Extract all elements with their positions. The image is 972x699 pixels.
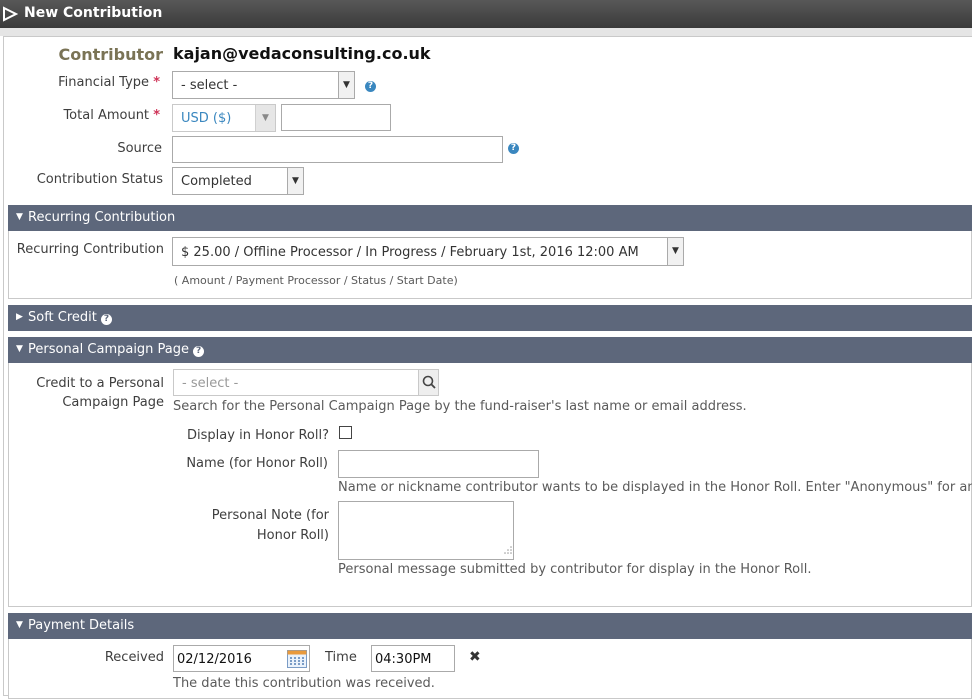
- time-label: Time: [325, 650, 357, 665]
- chevron-down-icon: ▼: [667, 238, 683, 265]
- recurring-section-header[interactable]: ▼ Recurring Contribution: [8, 205, 972, 231]
- pcp-credit-placeholder: - select -: [182, 376, 239, 391]
- recurring-selected: $ 25.00 / Offline Processor / In Progres…: [181, 245, 639, 260]
- source-label: Source: [117, 141, 162, 156]
- time-input[interactable]: 04:30PM: [371, 645, 455, 672]
- financial-type-label: Financial Type *: [58, 75, 160, 90]
- honor-name-input[interactable]: [338, 450, 539, 478]
- contributor-label: Contributor: [58, 45, 163, 64]
- chevron-down-icon: ▼: [338, 72, 354, 98]
- resize-grip-icon[interactable]: [504, 543, 512, 558]
- personal-note-hint: Personal message submitted by contributo…: [338, 562, 812, 577]
- financial-type-help-icon[interactable]: ?: [365, 81, 376, 92]
- personal-note-textarea[interactable]: [338, 501, 514, 560]
- title-strip: [0, 28, 972, 36]
- total-amount-input[interactable]: [281, 104, 391, 131]
- financial-type-selected: - select -: [181, 78, 238, 93]
- source-help-icon[interactable]: ?: [508, 143, 519, 154]
- chevron-down-icon: ▼: [287, 168, 303, 194]
- soft-credit-help-icon[interactable]: ?: [101, 314, 113, 325]
- contribution-status-label: Contribution Status: [36, 172, 163, 187]
- search-icon[interactable]: [418, 370, 438, 395]
- caret-down-icon: ▼: [16, 620, 23, 630]
- honor-roll-label: Display in Honor Roll?: [187, 428, 329, 443]
- recurring-hint: ( Amount / Payment Processor / Status / …: [174, 274, 458, 287]
- pcp-credit-label: Credit to a Personal Campaign Page: [36, 376, 164, 410]
- total-amount-label: Total Amount *: [63, 108, 160, 123]
- currency-selected: USD ($): [181, 111, 232, 126]
- honor-name-hint: Name or nickname contributor wants to be…: [338, 480, 972, 495]
- calendar-icon[interactable]: [287, 650, 307, 672]
- window-titlebar: New Contribution: [0, 0, 972, 28]
- currency-select[interactable]: USD ($) ▼: [172, 104, 276, 132]
- contributor-value: kajan@vedaconsulting.co.uk: [173, 44, 431, 63]
- pcp-credit-hint: Search for the Personal Campaign Page by…: [173, 399, 747, 414]
- caret-down-icon: ▼: [16, 212, 23, 222]
- chevron-down-icon: ▼: [255, 105, 275, 131]
- page-title: New Contribution: [24, 5, 163, 21]
- honor-name-label: Name (for Honor Roll): [186, 456, 328, 471]
- recurring-select[interactable]: $ 25.00 / Offline Processor / In Progres…: [172, 237, 684, 266]
- pcp-help-icon[interactable]: ?: [193, 346, 205, 357]
- received-hint: The date this contribution was received.: [173, 676, 435, 691]
- caret-down-icon: ▼: [16, 344, 23, 354]
- received-label: Received: [104, 650, 164, 665]
- soft-credit-title: Soft Credit ?: [28, 310, 113, 325]
- payment-section-title: Payment Details: [28, 618, 135, 633]
- personal-note-label: Personal Note (for Honor Roll): [211, 508, 329, 543]
- pcp-credit-select[interactable]: - select -: [173, 369, 439, 396]
- caret-right-icon: ▶: [16, 312, 23, 322]
- contribution-status-select[interactable]: Completed ▼: [172, 167, 304, 195]
- contribution-status-selected: Completed: [181, 174, 252, 189]
- pcp-title: Personal Campaign Page ?: [28, 342, 205, 357]
- clear-date-x-icon[interactable]: ✖: [469, 649, 481, 665]
- recurring-label: Recurring Contribution: [16, 242, 164, 257]
- source-input[interactable]: [172, 136, 503, 163]
- recurring-section-title: Recurring Contribution: [28, 210, 176, 225]
- payment-section-header[interactable]: ▼ Payment Details: [8, 613, 972, 639]
- financial-type-select[interactable]: - select - ▼: [172, 71, 355, 99]
- soft-credit-section-header[interactable]: ▶ Soft Credit ?: [8, 305, 972, 331]
- received-date-value: 02/12/2016: [177, 652, 252, 667]
- pcp-section-header[interactable]: ▼ Personal Campaign Page ?: [8, 337, 972, 363]
- time-value: 04:30PM: [375, 652, 432, 667]
- collapse-toggle-icon[interactable]: [2, 6, 19, 26]
- received-date-input[interactable]: 02/12/2016: [173, 645, 310, 672]
- payment-section-body: [8, 639, 972, 699]
- honor-roll-checkbox[interactable]: [339, 426, 352, 439]
